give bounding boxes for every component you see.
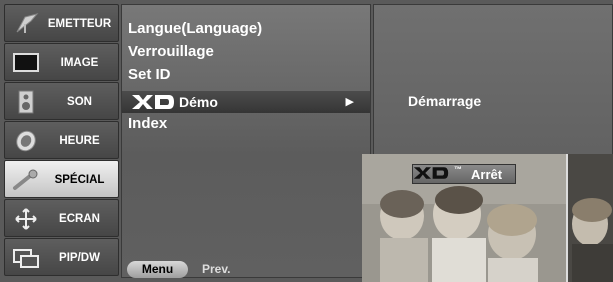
move-arrows-icon bbox=[15, 208, 37, 230]
sidebar-item-label: IMAGE bbox=[60, 57, 99, 69]
category-sidebar: EMETTEUR IMAGE SON HEURE SPÉCIAL ECRAN P… bbox=[4, 4, 119, 278]
pip-windows-icon bbox=[13, 249, 39, 268]
speaker-icon bbox=[18, 90, 34, 114]
trademark-label: ™ bbox=[454, 165, 462, 174]
sidebar-item-special[interactable]: SPÉCIAL bbox=[4, 160, 119, 198]
prev-label: Prev. bbox=[202, 262, 231, 276]
sidebar-item-label: EMETTEUR bbox=[47, 18, 112, 30]
sidebar-item-emetteur[interactable]: EMETTEUR bbox=[4, 4, 119, 42]
sidebar-item-label: HEURE bbox=[59, 135, 100, 147]
demo-preview-image: ™ Arrêt bbox=[362, 154, 613, 282]
xd-logo-icon bbox=[413, 167, 449, 179]
xd-logo-icon bbox=[132, 95, 174, 109]
clock-icon bbox=[16, 130, 36, 152]
sidebar-item-image[interactable]: IMAGE bbox=[4, 43, 119, 81]
menu-item-verrouillage[interactable]: Verrouillage bbox=[128, 42, 214, 62]
sidebar-item-ecran[interactable]: ECRAN bbox=[4, 199, 119, 237]
sidebar-item-son[interactable]: SON bbox=[4, 82, 119, 120]
sidebar-item-label: PIP/DW bbox=[59, 252, 100, 264]
options-menu: Langue(Language) Verrouillage Set ID Dém… bbox=[121, 4, 371, 278]
menu-item-demo[interactable]: Démo ▶ bbox=[122, 91, 370, 113]
menu-item-index[interactable]: Index bbox=[128, 114, 167, 134]
antenna-icon bbox=[16, 13, 39, 33]
menu-button[interactable]: Menu bbox=[127, 261, 188, 278]
sidebar-item-label: SPÉCIAL bbox=[54, 174, 105, 186]
submenu-arrow-icon: ▶ bbox=[345, 96, 354, 108]
submenu-item-demarrage[interactable]: Démarrage bbox=[408, 93, 481, 109]
sidebar-item-pip-dw[interactable]: PIP/DW bbox=[4, 238, 119, 276]
sidebar-item-label: SON bbox=[67, 96, 92, 108]
menu-item-langue[interactable]: Langue(Language) bbox=[128, 19, 262, 39]
key-icon bbox=[13, 169, 38, 190]
xd-off-label: Arrêt bbox=[471, 167, 503, 182]
menu-item-set-id[interactable]: Set ID bbox=[128, 65, 171, 85]
tv-osd-menu: EMETTEUR IMAGE SON HEURE SPÉCIAL ECRAN P… bbox=[0, 0, 613, 282]
xd-off-banner: ™ Arrêt bbox=[412, 164, 516, 184]
sidebar-item-label: ECRAN bbox=[59, 213, 100, 225]
monitor-icon bbox=[13, 53, 39, 72]
menu-item-label: Démo bbox=[179, 94, 218, 110]
sidebar-item-heure[interactable]: HEURE bbox=[4, 121, 119, 159]
